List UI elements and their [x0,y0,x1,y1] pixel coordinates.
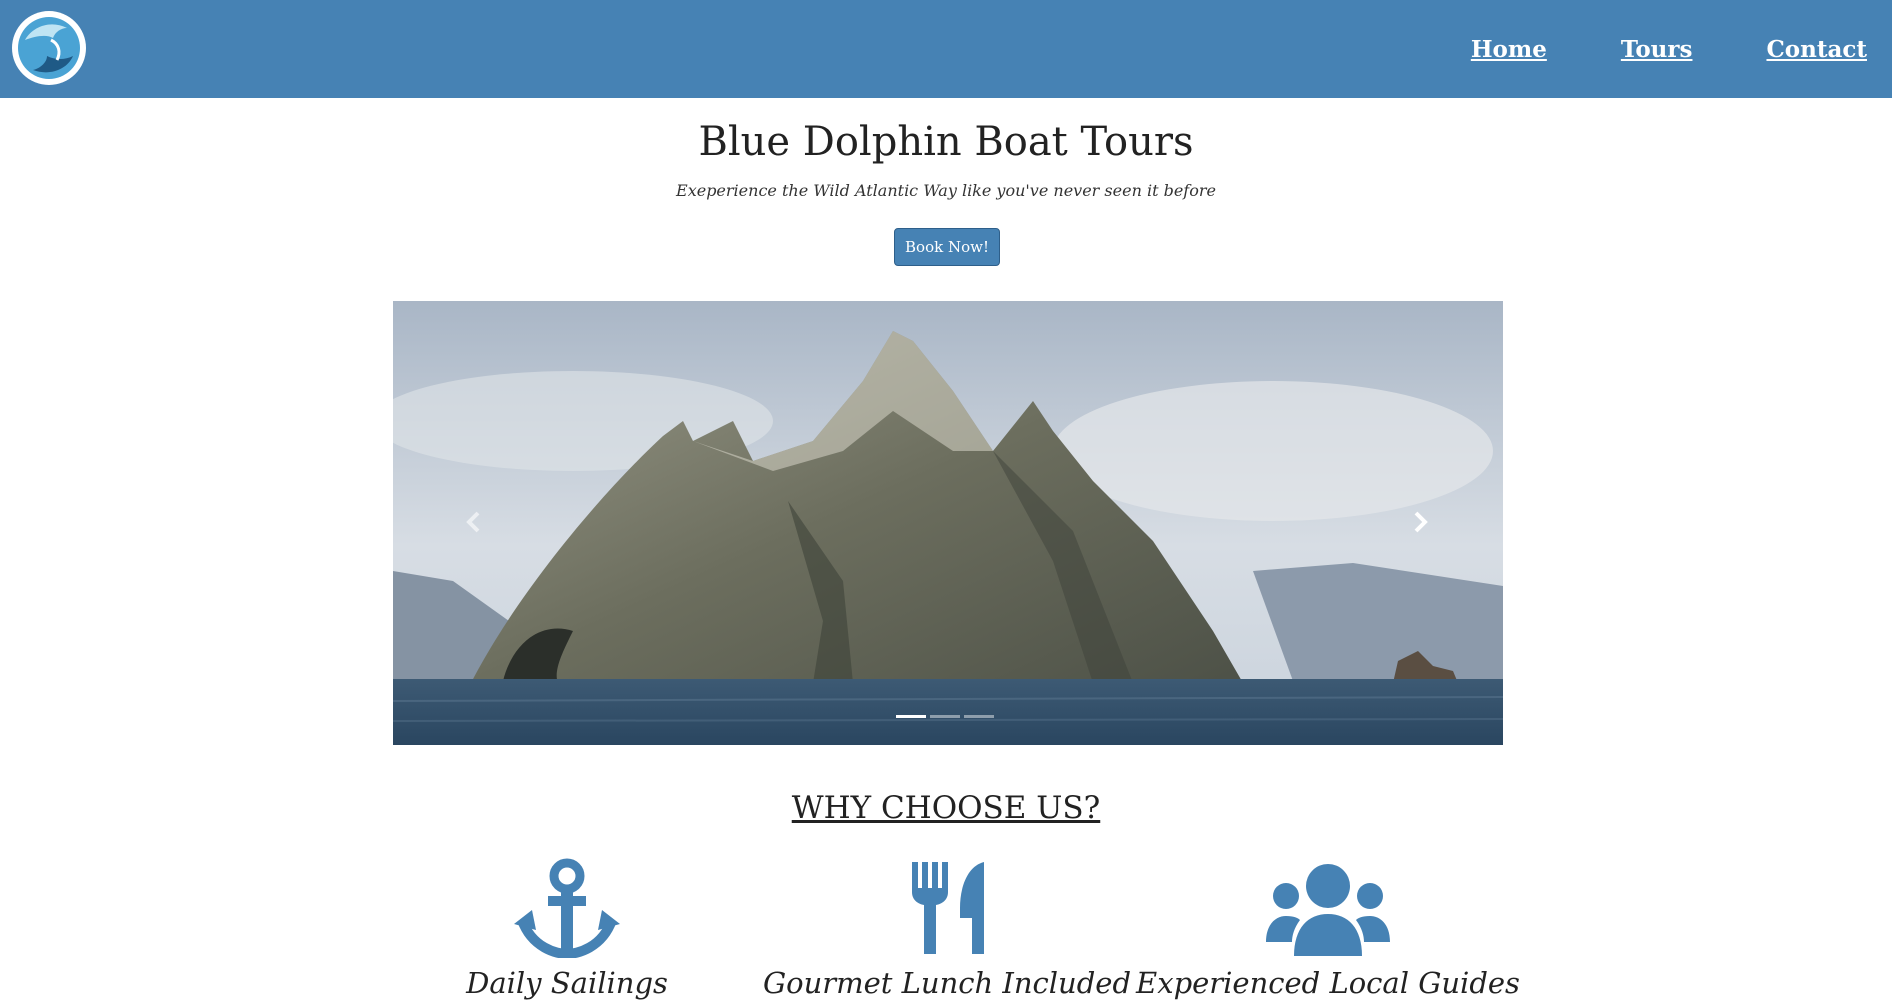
anchor-icon [514,858,620,958]
carousel-indicator-1[interactable] [896,715,926,718]
navbar: Home Tours Contact [0,0,1892,98]
why-choose-us-heading: WHY CHOOSE US? [791,790,1101,826]
carousel-indicators [896,715,994,718]
page-subtitle: Exeperience the Wild Atlantic Way like y… [676,181,1216,200]
carousel-prev-icon[interactable] [459,507,489,537]
nav-tours-link[interactable]: Tours [1621,36,1693,63]
feature-label: Gourmet Lunch Included [762,966,1132,1000]
carousel-next-icon[interactable] [1405,507,1435,537]
feature-local-guides: Experienced Local Guides [1128,858,1528,1000]
feature-label: Daily Sailings [466,966,668,1000]
carousel-indicator-3[interactable] [964,715,994,718]
nav-home-link[interactable]: Home [1471,36,1547,63]
feature-label: Experienced Local Guides [1136,966,1520,1000]
page-title: Blue Dolphin Boat Tours [698,119,1194,165]
utensils-icon [912,862,984,954]
book-now-button[interactable]: Book Now! [894,228,1000,266]
image-carousel [393,301,1503,745]
dolphin-logo[interactable] [11,10,87,86]
users-icon [1266,864,1390,956]
nav-contact-link[interactable]: Contact [1766,36,1867,63]
feature-gourmet-lunch: Gourmet Lunch Included [747,858,1147,1000]
feature-daily-sailings: Daily Sailings [367,858,767,1000]
main-nav: Home Tours Contact [1471,0,1867,98]
carousel-indicator-2[interactable] [930,715,960,718]
carousel-slide-image [393,301,1503,745]
